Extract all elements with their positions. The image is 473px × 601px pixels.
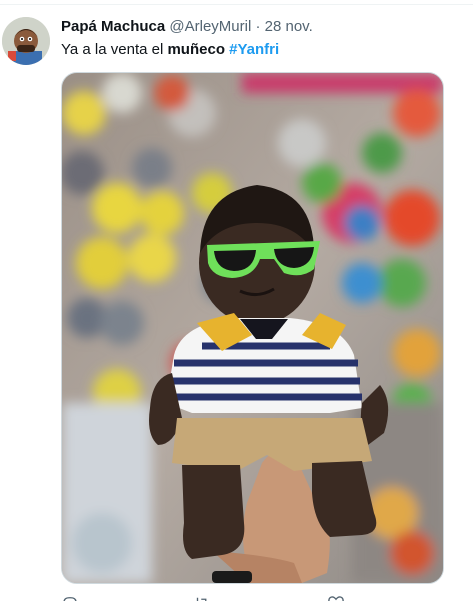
separator-dot: · — [255, 18, 261, 35]
like-icon — [328, 596, 344, 601]
user-handle[interactable]: @ArleyMuril — [169, 18, 251, 35]
tweet-text-prefix: Ya a la venta el — [61, 41, 168, 58]
tweet-actions — [61, 594, 444, 601]
cartoon-avatar-icon — [2, 17, 50, 65]
retweet-button[interactable] — [193, 594, 211, 601]
hashtag-link[interactable]: #Yanfri — [229, 41, 279, 58]
retweet-icon — [196, 597, 207, 601]
tweet-media-image[interactable] — [61, 72, 444, 584]
tweet-text: Ya a la venta el muñeco #Yanfri — [61, 40, 279, 60]
top-divider — [0, 4, 473, 5]
display-name[interactable]: Papá Machuca — [61, 18, 165, 35]
tweet-text-bold: muñeco — [167, 41, 225, 58]
reply-button[interactable] — [61, 594, 79, 601]
tweet-date[interactable]: 28 nov. — [265, 18, 313, 35]
like-button[interactable] — [327, 594, 345, 601]
tweet-header: Papá Machuca @ArleyMuril · 28 nov. — [61, 17, 313, 37]
doll-photo — [62, 73, 443, 583]
reply-icon — [63, 597, 77, 601]
avatar[interactable] — [2, 17, 50, 65]
